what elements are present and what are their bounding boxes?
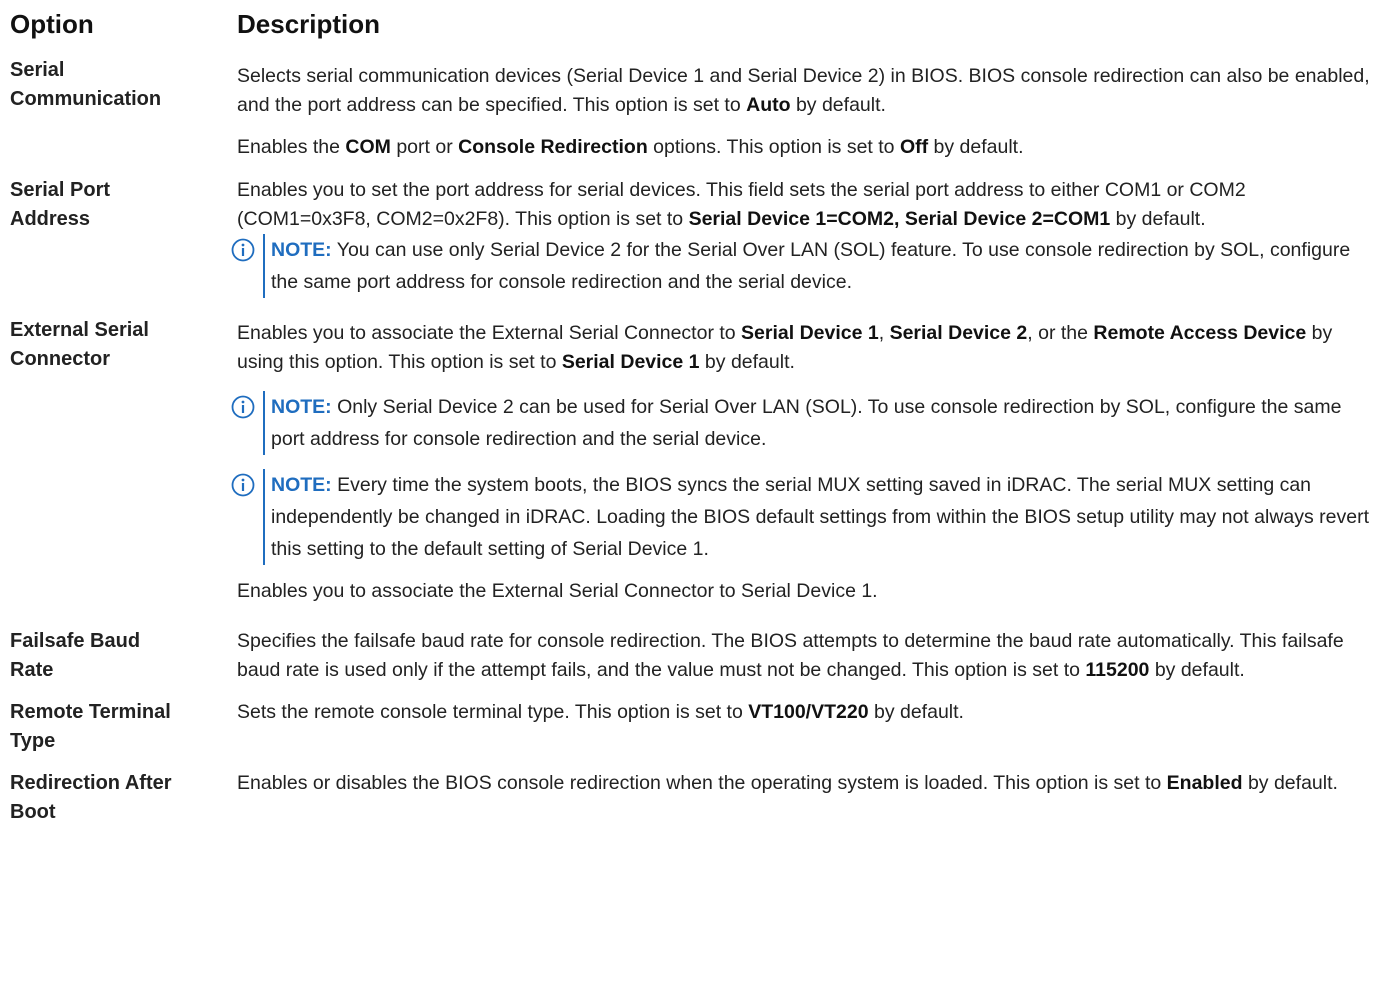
description-paragraph: Sets the remote console terminal type. T… [237, 701, 964, 723]
info-circle-icon [231, 238, 255, 262]
table-row-failsafe-baud-rate: Failsafe Baud Rate Specifies the failsaf… [10, 627, 1380, 685]
table-row-external-serial-connector: External Serial Connector Enables you to… [10, 316, 1380, 606]
description-paragraph: Selects serial communication devices (Se… [237, 65, 1370, 116]
info-circle-icon [231, 395, 255, 419]
info-circle-icon [231, 473, 255, 497]
option-description: Sets the remote console terminal type. T… [237, 698, 1380, 727]
note-text: NOTE: You can use only Serial Device 2 f… [263, 234, 1380, 298]
option-name: Remote Terminal Type [10, 701, 171, 752]
option-name: External Serial Connector [10, 319, 149, 370]
note-box: NOTE: You can use only Serial Device 2 f… [231, 234, 1380, 298]
option-description: Enables or disables the BIOS console red… [237, 769, 1380, 798]
table-row-remote-terminal-type: Remote Terminal Type Sets the remote con… [10, 698, 1380, 756]
option-name: Serial Port Address [10, 179, 111, 230]
option-description: Enables you to associate the External Se… [231, 316, 1380, 606]
note-box: NOTE: Every time the system boots, the B… [231, 469, 1380, 565]
description-paragraph: Enables you to set the port address for … [237, 179, 1246, 230]
description-paragraph: Specifies the failsafe baud rate for con… [237, 630, 1344, 681]
description-paragraph: Enables you to associate the External Se… [237, 580, 878, 602]
option-name: Redirection After Boot [10, 772, 172, 823]
description-paragraph: Enables the COM port or Console Redirect… [237, 136, 1024, 158]
option-name: Serial Communication [10, 59, 162, 110]
table-row-serial-communication: Serial Communication Selects serial comm… [10, 56, 1380, 162]
description-paragraph: Enables you to associate the External Se… [237, 322, 1333, 373]
option-description: Specifies the failsafe baud rate for con… [237, 627, 1380, 685]
option-description: Enables you to set the port address for … [231, 176, 1380, 298]
header-option: Option [10, 9, 94, 39]
table-header: Option Description [10, 0, 1380, 48]
note-text: NOTE: Every time the system boots, the B… [263, 469, 1380, 565]
table-row-redirection-after-boot: Redirection After Boot Enables or disabl… [10, 769, 1380, 827]
note-text: NOTE: Only Serial Device 2 can be used f… [263, 391, 1380, 455]
document-page: Option Description Serial Communication … [0, 0, 1390, 996]
option-description: Selects serial communication devices (Se… [237, 56, 1380, 162]
description-paragraph: Enables or disables the BIOS console red… [237, 772, 1338, 794]
note-box: NOTE: Only Serial Device 2 can be used f… [231, 391, 1380, 455]
header-description: Description [237, 9, 381, 39]
table-row-serial-port-address: Serial Port Address Enables you to set t… [10, 176, 1380, 298]
option-name: Failsafe Baud Rate [10, 630, 141, 681]
